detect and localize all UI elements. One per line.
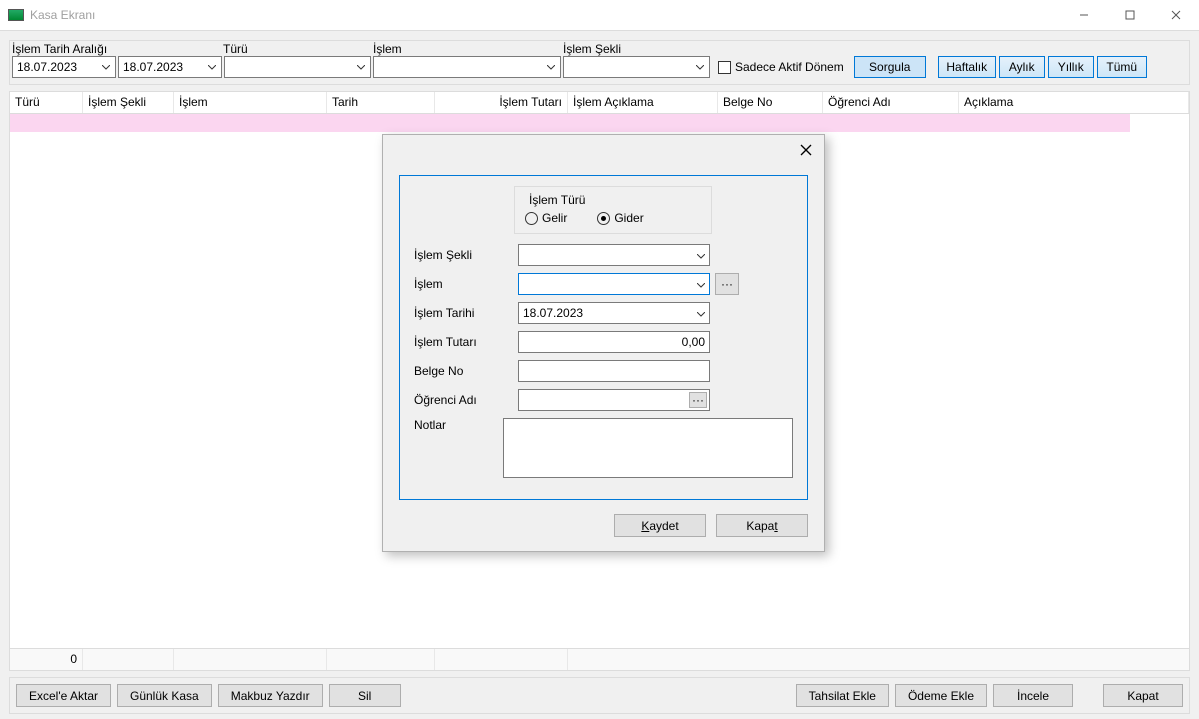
dialog-amount-value: 0,00	[523, 335, 705, 349]
dialog-amount-label: İşlem Tutarı	[414, 335, 518, 349]
dialog-date-value: 18.07.2023	[523, 306, 697, 320]
operation-more-button[interactable]: ···	[715, 273, 739, 295]
type-combo[interactable]	[224, 56, 371, 78]
date-from-value: 18.07.2023	[17, 60, 77, 74]
col-operation[interactable]: İşlem	[174, 92, 327, 113]
dialog-operation-combo[interactable]	[518, 273, 710, 295]
grid-header: Türü İşlem Şekli İşlem Tarih İşlem Tutar…	[10, 92, 1189, 114]
chevron-down-icon	[205, 65, 219, 70]
col-type[interactable]: Türü	[10, 92, 83, 113]
app-icon	[8, 9, 24, 21]
dialog-student-field[interactable]: ···	[518, 389, 710, 411]
monthly-button[interactable]: Aylık	[999, 56, 1045, 78]
window-title: Kasa Ekranı	[30, 8, 95, 22]
close-pre: Kapa	[746, 519, 774, 533]
dialog-notes-label: Notlar	[414, 418, 503, 432]
date-range-label: İşlem Tarih Aralığı	[12, 42, 223, 56]
save-button[interactable]: Kaydet	[614, 514, 706, 537]
table-row[interactable]	[10, 114, 1130, 132]
delete-button[interactable]: Sil	[329, 684, 401, 707]
save-mnemonic: K	[641, 519, 649, 533]
date-to-value: 18.07.2023	[123, 60, 183, 74]
weekly-button[interactable]: Haftalık	[938, 56, 996, 78]
add-payment-button[interactable]: Ödeme Ekle	[895, 684, 987, 707]
print-receipt-button[interactable]: Makbuz Yazdır	[218, 684, 323, 707]
bottom-toolbar: Excel'e Aktar Günlük Kasa Makbuz Yazdır …	[9, 677, 1190, 714]
operation-combo[interactable]	[373, 56, 561, 78]
chevron-down-icon	[697, 306, 705, 320]
close-mnemonic: t	[774, 519, 777, 533]
dialog-docno-field[interactable]	[518, 360, 710, 382]
dialog-student-label: Öğrenci Adı	[414, 393, 518, 407]
col-opdesc[interactable]: İşlem Açıklama	[568, 92, 718, 113]
dialog-method-label: İşlem Şekli	[414, 248, 518, 262]
daily-cash-button[interactable]: Günlük Kasa	[117, 684, 212, 707]
close-button[interactable]	[1153, 0, 1199, 30]
type-label: Türü	[223, 42, 373, 56]
dialog-date-label: İşlem Tarihi	[414, 306, 518, 320]
method-label: İşlem Şekli	[563, 42, 713, 56]
dialog-method-combo[interactable]	[518, 244, 710, 266]
dialog-notes-field[interactable]	[503, 418, 793, 478]
income-radio-label: Gelir	[542, 211, 567, 225]
chevron-down-icon	[354, 65, 368, 70]
student-more-button[interactable]: ···	[689, 392, 707, 408]
chevron-down-icon	[99, 65, 113, 70]
chevron-down-icon	[697, 248, 705, 262]
expense-radio[interactable]: Gider	[597, 211, 643, 225]
date-from-combo[interactable]: 18.07.2023	[12, 56, 116, 78]
chevron-down-icon	[544, 65, 558, 70]
dialog-date-combo[interactable]: 18.07.2023	[518, 302, 710, 324]
transaction-type-label: İşlem Türü	[525, 193, 589, 207]
all-button[interactable]: Tümü	[1097, 56, 1147, 78]
close-dialog-button[interactable]: Kapat	[716, 514, 808, 537]
col-date[interactable]: Tarih	[327, 92, 435, 113]
maximize-button[interactable]	[1107, 0, 1153, 30]
expense-radio-label: Gider	[614, 211, 643, 225]
date-to-combo[interactable]: 18.07.2023	[118, 56, 222, 78]
titlebar: Kasa Ekranı	[0, 0, 1199, 31]
footer-total: 0	[10, 649, 83, 670]
minimize-button[interactable]	[1061, 0, 1107, 30]
col-docno[interactable]: Belge No	[718, 92, 823, 113]
income-radio[interactable]: Gelir	[525, 211, 567, 225]
col-method[interactable]: İşlem Şekli	[83, 92, 174, 113]
radio-icon	[525, 212, 538, 225]
col-amount[interactable]: İşlem Tutarı	[435, 92, 568, 113]
close-main-button[interactable]: Kapat	[1103, 684, 1183, 707]
col-desc[interactable]: Açıklama	[959, 92, 1189, 113]
method-combo[interactable]	[563, 56, 710, 78]
chevron-down-icon	[693, 65, 707, 70]
dialog-amount-field[interactable]: 0,00	[518, 331, 710, 353]
dialog-docno-label: Belge No	[414, 364, 518, 378]
grid-footer: 0	[10, 648, 1189, 670]
yearly-button[interactable]: Yıllık	[1048, 56, 1094, 78]
transaction-type-group: İşlem Türü Gelir Gider	[514, 186, 712, 234]
col-student[interactable]: Öğrenci Adı	[823, 92, 959, 113]
save-rest: aydet	[649, 519, 678, 533]
transaction-dialog: İşlem Türü Gelir Gider İşlem Şekli İşlem	[382, 134, 825, 552]
query-button[interactable]: Sorgula	[854, 56, 926, 78]
dialog-close-button[interactable]	[792, 139, 820, 161]
only-active-label: Sadece Aktif Dönem	[735, 60, 844, 74]
chevron-down-icon	[697, 277, 705, 291]
only-active-checkbox[interactable]	[718, 61, 731, 74]
add-collection-button[interactable]: Tahsilat Ekle	[796, 684, 889, 707]
radio-icon	[597, 212, 610, 225]
dialog-operation-label: İşlem	[414, 277, 518, 291]
inspect-button[interactable]: İncele	[993, 684, 1073, 707]
filter-panel: İşlem Tarih Aralığı Türü İşlem İşlem Şek…	[9, 40, 1190, 85]
excel-export-button[interactable]: Excel'e Aktar	[16, 684, 111, 707]
operation-label: İşlem	[373, 42, 563, 56]
